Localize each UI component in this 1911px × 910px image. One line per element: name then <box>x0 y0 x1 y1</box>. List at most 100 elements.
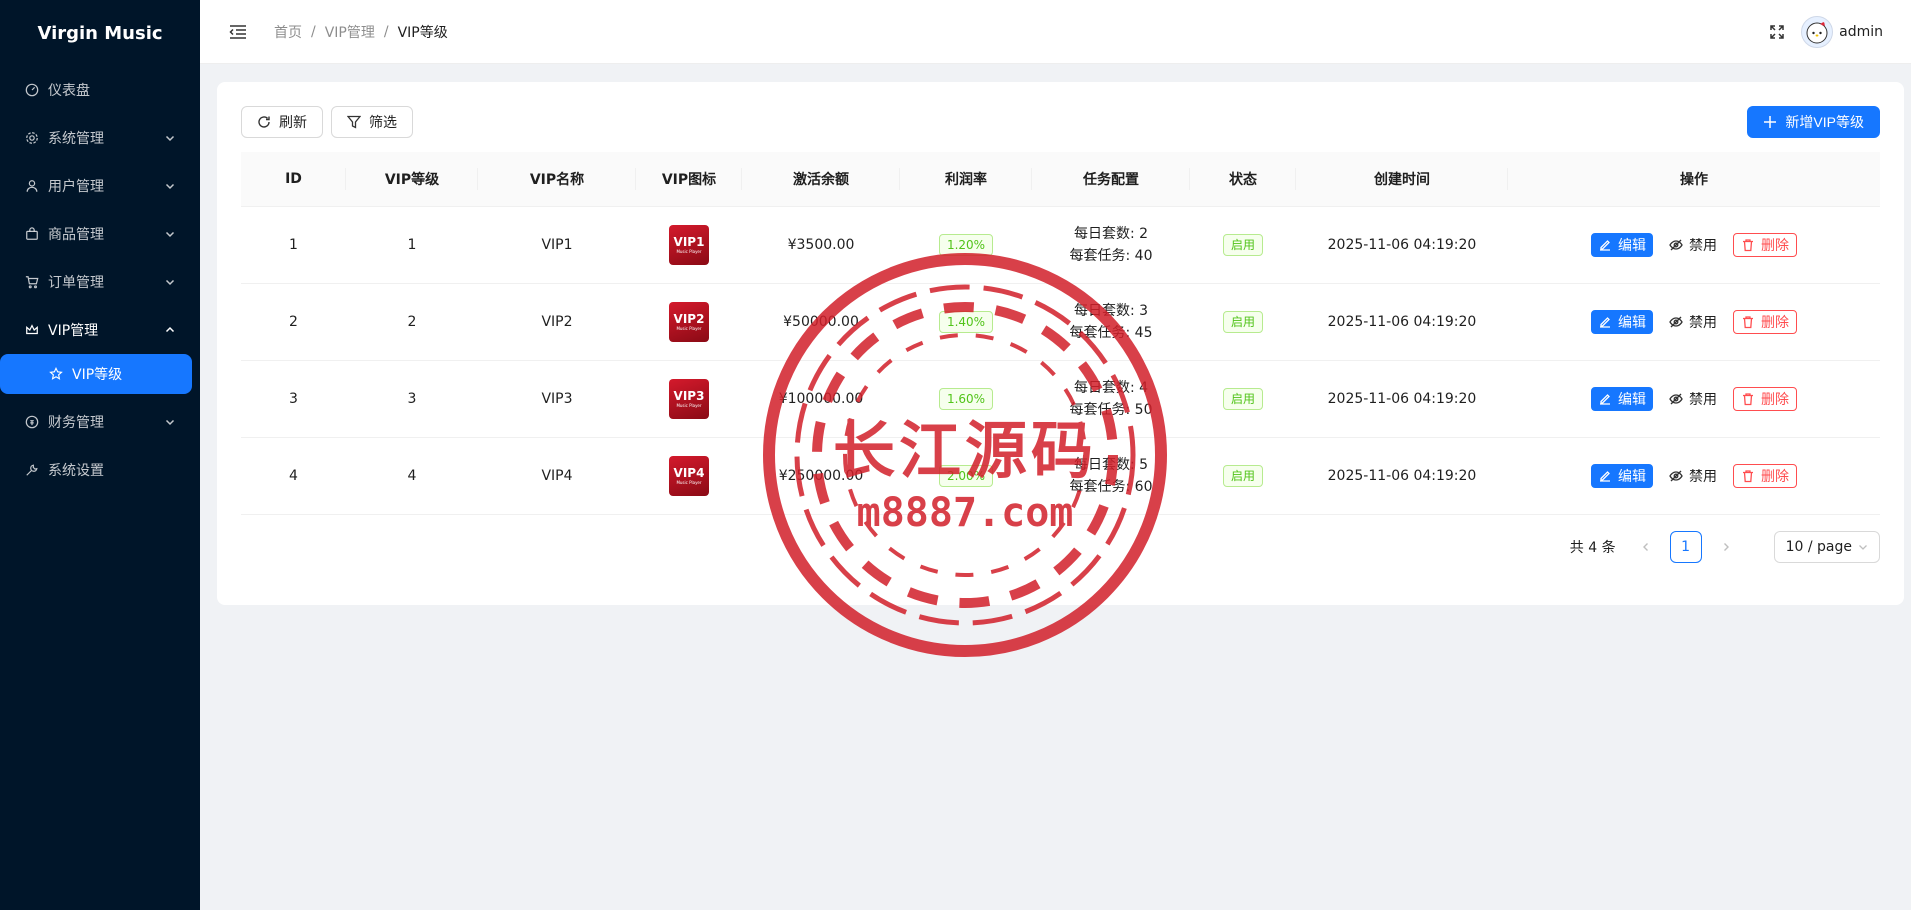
column-header[interactable]: VIP图标 <box>636 152 742 207</box>
disable-button[interactable]: 禁用 <box>1667 387 1719 411</box>
vip-badge-subtext: Music Player <box>676 248 702 254</box>
column-header[interactable]: 创建时间 <box>1296 152 1508 207</box>
page-1-button[interactable]: 1 <box>1669 530 1702 563</box>
status-badge: 启用 <box>1222 464 1263 487</box>
column-header[interactable]: 激活余额 <box>742 152 900 207</box>
column-header[interactable]: 利润率 <box>900 152 1032 207</box>
column-header[interactable]: VIP名称 <box>478 152 636 207</box>
vip-badge-text: VIP1 <box>673 234 705 249</box>
cell-level: 3 <box>346 360 478 438</box>
pagination-total: 共 4 条 <box>1569 539 1616 556</box>
row-actions: 编辑 禁用 删除 <box>1508 232 1880 257</box>
star-icon <box>48 366 64 382</box>
add-vip-level-button[interactable]: 新增VIP等级 <box>1747 106 1880 138</box>
sidebar-item-label: 系统管理 <box>48 131 104 147</box>
column-header[interactable]: VIP等级 <box>346 152 478 207</box>
refresh-button[interactable]: 刷新 <box>241 106 323 138</box>
delete-button[interactable]: 删除 <box>1733 386 1797 411</box>
disable-label: 禁用 <box>1689 468 1717 485</box>
edit-icon <box>1598 469 1612 483</box>
sidebar-item-vip-level[interactable]: VIP等级 <box>0 354 192 394</box>
disable-button[interactable]: 禁用 <box>1667 310 1719 334</box>
edit-icon <box>1598 392 1612 406</box>
edit-label: 编辑 <box>1618 314 1646 331</box>
breadcrumb-current: VIP等级 <box>397 24 448 41</box>
delete-button[interactable]: 删除 <box>1733 463 1797 488</box>
prev-page-button[interactable] <box>1630 531 1662 563</box>
sidebar-item-users[interactable]: 用户管理 <box>0 162 200 210</box>
cell-created: 2025-11-06 04:19:20 <box>1296 360 1508 438</box>
username[interactable]: admin <box>1839 24 1883 40</box>
breadcrumb-home[interactable]: 首页 <box>274 22 302 42</box>
vip-level-table: ID VIP等级 VIP名称 VIP图标 激活余额 利润率 任务配置 状态 创建… <box>241 152 1880 515</box>
vip-badge-subtext: Music Player <box>676 325 702 331</box>
avatar[interactable] <box>1801 15 1834 48</box>
edit-button[interactable]: 编辑 <box>1591 232 1653 257</box>
next-page-button[interactable] <box>1710 531 1742 563</box>
sidebar-item-vip[interactable]: VIP管理 <box>0 306 200 354</box>
menu-fold-icon[interactable] <box>228 22 248 42</box>
breadcrumb-vip[interactable]: VIP管理 <box>325 22 375 42</box>
sidebar-item-label: 仪表盘 <box>48 83 90 99</box>
sidebar-item-label: 系统设置 <box>48 463 104 479</box>
add-label: 新增VIP等级 <box>1785 114 1864 130</box>
gear-icon <box>24 130 40 146</box>
rate-tag: 1.20% <box>938 233 994 256</box>
cell-level: 4 <box>346 437 478 515</box>
sidebar-item-finance[interactable]: 财务管理 <box>0 398 200 446</box>
column-header[interactable]: 任务配置 <box>1032 152 1190 207</box>
cell-name: VIP2 <box>478 283 636 361</box>
sidebar-item-dashboard[interactable]: 仪表盘 <box>0 66 200 114</box>
filter-label: 筛选 <box>369 114 397 130</box>
tasks-per-set: 每套任务: 45 <box>1069 324 1153 341</box>
filter-button[interactable]: 筛选 <box>331 106 413 138</box>
chevron-down-icon <box>164 132 176 144</box>
vip-badge-text: VIP4 <box>673 465 705 480</box>
page-size-select[interactable]: 10 / page <box>1773 530 1880 563</box>
daily-sets: 每日套数: 5 <box>1073 456 1149 473</box>
column-header[interactable]: ID <box>241 152 346 207</box>
cell-id: 1 <box>241 206 346 284</box>
row-actions: 编辑 禁用 删除 <box>1508 386 1880 411</box>
edit-label: 编辑 <box>1618 391 1646 408</box>
vip-badge-subtext: Music Player <box>676 402 702 408</box>
disable-button[interactable]: 禁用 <box>1667 464 1719 488</box>
tool-icon <box>24 462 40 478</box>
eye-invisible-icon <box>1669 238 1683 252</box>
cell-balance: ¥3500.00 <box>742 206 900 284</box>
edit-button[interactable]: 编辑 <box>1591 309 1653 334</box>
disable-button[interactable]: 禁用 <box>1667 233 1719 257</box>
edit-label: 编辑 <box>1618 468 1646 485</box>
sidebar-item-system[interactable]: 系统管理 <box>0 114 200 162</box>
app-title: Virgin Music <box>37 22 163 44</box>
edit-button[interactable]: 编辑 <box>1591 386 1653 411</box>
cell-created: 2025-11-06 04:19:20 <box>1296 283 1508 361</box>
sidebar-item-label: 用户管理 <box>48 179 104 195</box>
trash-icon <box>1741 392 1755 406</box>
delete-button[interactable]: 删除 <box>1733 232 1797 257</box>
sidebar-item-orders[interactable]: 订单管理 <box>0 258 200 306</box>
edit-button[interactable]: 编辑 <box>1591 463 1653 488</box>
top-header: 首页 / VIP管理 / VIP等级 admin <box>200 0 1911 64</box>
trash-icon <box>1741 315 1755 329</box>
trash-icon <box>1741 469 1755 483</box>
reload-icon <box>257 115 271 129</box>
disable-label: 禁用 <box>1689 314 1717 331</box>
plus-icon <box>1763 115 1777 129</box>
filter-icon <box>347 115 361 129</box>
sidebar-item-settings[interactable]: 系统设置 <box>0 446 200 494</box>
column-header[interactable]: 操作 <box>1508 152 1880 207</box>
sidebar-item-label: 商品管理 <box>48 227 104 243</box>
cart-icon <box>24 274 40 290</box>
fullscreen-icon[interactable] <box>1767 22 1787 42</box>
delete-label: 删除 <box>1761 314 1789 331</box>
delete-button[interactable]: 删除 <box>1733 309 1797 334</box>
table-row: 2 2 VIP2 VIP2 Music Player ¥50000.00 1.40… <box>241 283 1880 361</box>
cell-level: 1 <box>346 206 478 284</box>
sidebar-item-products[interactable]: 商品管理 <box>0 210 200 258</box>
rate-tag: 1.60% <box>938 387 994 410</box>
chevron-down-icon <box>164 180 176 192</box>
pagination: 共 4 条 1 10 / page <box>241 530 1880 563</box>
page-size-value: 10 / page <box>1785 538 1852 555</box>
column-header[interactable]: 状态 <box>1190 152 1296 207</box>
